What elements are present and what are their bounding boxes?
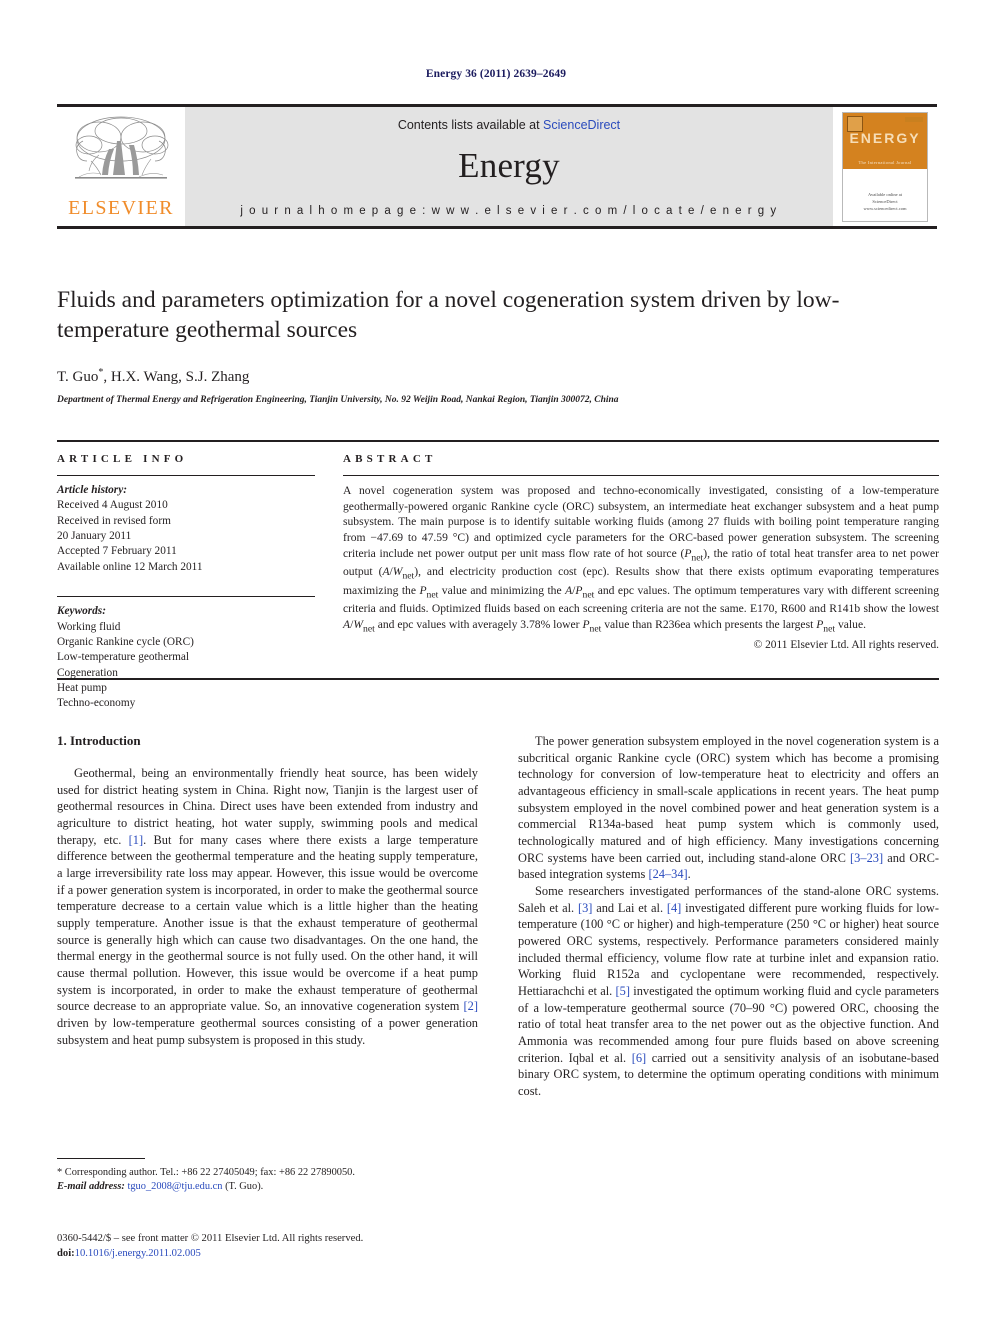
history-item: Received in revised form bbox=[57, 514, 171, 527]
history-item: Received 4 August 2010 bbox=[57, 499, 168, 512]
cover-footer-mid: ScienceDirect bbox=[872, 199, 898, 204]
journal-homepage-line[interactable]: j o u r n a l h o m e p a g e : w w w . … bbox=[240, 205, 777, 217]
keyword-item: Low-temperature geothermal bbox=[57, 651, 190, 664]
affiliation: Department of Thermal Energy and Refrige… bbox=[57, 395, 619, 406]
section-heading-introduction: 1. Introduction bbox=[57, 733, 141, 748]
elsevier-wordmark: ELSEVIER bbox=[68, 197, 174, 219]
doi-link[interactable]: 10.1016/j.energy.2011.02.005 bbox=[75, 1248, 201, 1259]
footnote-corresponding: * Corresponding author. Tel.: +86 22 274… bbox=[57, 1167, 355, 1178]
article-info-rule bbox=[57, 475, 315, 476]
article-info-column: ARTICLE INFO Article history: Received 4… bbox=[57, 453, 315, 709]
abstract-heading: ABSTRACT bbox=[343, 453, 437, 465]
column-gap bbox=[315, 453, 343, 678]
sciencedirect-link[interactable]: ScienceDirect bbox=[543, 118, 620, 132]
article-history: Article history: Received 4 August 2010 … bbox=[57, 483, 315, 575]
keywords-label: Keywords: bbox=[57, 605, 106, 618]
article-history-label: Article history: bbox=[57, 484, 127, 496]
abstract-rule bbox=[343, 475, 939, 476]
cover-title: ENERGY bbox=[849, 129, 921, 146]
cover-sciencedirect-block: Available online at ScienceDirect www.sc… bbox=[843, 192, 927, 212]
history-item: Accepted 7 February 2011 bbox=[57, 545, 177, 558]
article-title: Fluids and parameters optimization for a… bbox=[57, 287, 840, 344]
paragraph: Geothermal, being an environmentally fri… bbox=[57, 766, 478, 1047]
doi-label: doi: bbox=[57, 1247, 75, 1259]
doi-line: doi:10.1016/j.energy.2011.02.005 bbox=[57, 1247, 557, 1262]
email-address-link[interactable]: tguo_2008@tju.edu.cn bbox=[127, 1181, 222, 1192]
keyword-item: Working fluid bbox=[57, 620, 121, 633]
journal-title: Energy bbox=[458, 146, 560, 185]
issn-copyright-line: 0360-5442/$ – see front matter © 2011 El… bbox=[57, 1233, 364, 1244]
keyword-item: Heat pump bbox=[57, 681, 107, 694]
body-left-column: 1. Introduction Geothermal, being an env… bbox=[57, 733, 478, 1100]
running-head: Energy 36 (2011) 2639–2649 bbox=[425, 68, 567, 80]
paragraph: Some researchers investigated performanc… bbox=[518, 884, 939, 1099]
journal-cover-thumbnail: ENERGY The International Journal Availab… bbox=[833, 107, 937, 226]
elsevier-tree-icon bbox=[75, 116, 169, 179]
history-item: Available online 12 March 2011 bbox=[57, 560, 203, 573]
author-list: T. Guo*, H.X. Wang, S.J. Zhang bbox=[57, 367, 250, 386]
page-footer: 0360-5442/$ – see front matter © 2011 El… bbox=[57, 1232, 557, 1262]
abstract-text: A novel cogeneration system was proposed… bbox=[343, 484, 939, 635]
keyword-item: Cogeneration bbox=[57, 666, 118, 679]
footnote-email-line: E-mail address: tguo_2008@tju.edu.cn (T.… bbox=[57, 1180, 478, 1194]
info-abstract-band: ARTICLE INFO Article history: Received 4… bbox=[57, 440, 939, 709]
history-item: 20 January 2011 bbox=[57, 530, 132, 543]
paragraph: The power generation subsystem employed … bbox=[518, 734, 939, 882]
article-info-heading: ARTICLE INFO bbox=[57, 453, 188, 465]
keywords-rule bbox=[57, 596, 315, 598]
cover-barcode bbox=[905, 116, 923, 122]
corresponding-author-footnote: * Corresponding author. Tel.: +86 22 274… bbox=[57, 1158, 478, 1195]
journal-masthead: ELSEVIER Contents lists available at Sci… bbox=[57, 104, 937, 229]
keyword-item: Techno-economy bbox=[57, 697, 136, 710]
title-block: Fluids and parameters optimization for a… bbox=[57, 285, 939, 405]
cover-footer-top: Available online at bbox=[868, 192, 902, 198]
contents-available-line: Contents lists available at ScienceDirec… bbox=[398, 118, 620, 132]
body-right-column: The power generation subsystem employed … bbox=[518, 733, 939, 1100]
email-label: E-mail address: bbox=[57, 1181, 125, 1193]
contents-prefix: Contents lists available at bbox=[397, 118, 544, 132]
footnote-rule bbox=[57, 1158, 145, 1159]
elsevier-logo: ELSEVIER bbox=[57, 107, 185, 226]
email-owner: (T. Guo). bbox=[225, 1181, 264, 1193]
journal-article-page: Energy 36 (2011) 2639–2649 ELSEVIER Cont… bbox=[0, 0, 992, 1323]
body-column-gap bbox=[478, 733, 518, 1100]
keyword-item: Organic Rankine cycle (ORC) bbox=[57, 635, 194, 648]
abstract-copyright: © 2011 Elsevier Ltd. All rights reserved… bbox=[753, 639, 939, 652]
cover-footer-bot: www.sciencedirect.com bbox=[863, 205, 907, 211]
cover-tagline: The International Journal bbox=[858, 159, 912, 165]
journal-band: Contents lists available at ScienceDirec… bbox=[185, 107, 833, 226]
abstract-column: ABSTRACT A novel cogeneration system was… bbox=[343, 453, 939, 678]
body-columns: 1. Introduction Geothermal, being an env… bbox=[57, 733, 939, 1100]
keywords-block: Keywords: Working fluid Organic Rankine … bbox=[57, 604, 315, 712]
